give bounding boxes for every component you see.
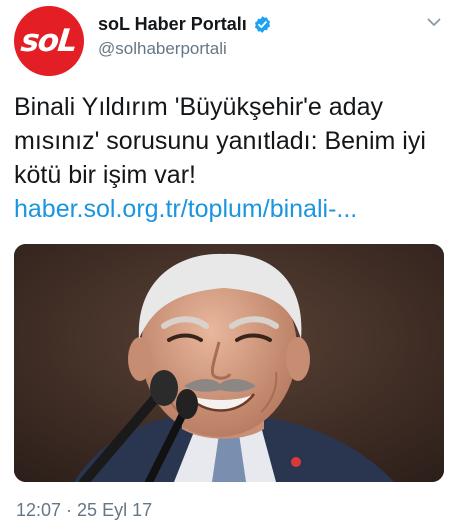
- avatar-logo-text: soL: [19, 23, 79, 59]
- photo-illustration: [14, 244, 444, 482]
- chevron-down-icon[interactable]: [426, 14, 442, 30]
- tweet-header: soL soL Haber Portalı @solhaberportali: [14, 6, 446, 76]
- display-name-row: soL Haber Portalı: [98, 12, 272, 36]
- tweet-timestamp[interactable]: 12:07 · 25 Eyl 17: [16, 500, 152, 521]
- avatar[interactable]: soL: [14, 6, 84, 76]
- tweet-card: soL soL Haber Portalı @solhaberportali B…: [0, 0, 458, 528]
- tweet-photo[interactable]: [14, 244, 444, 482]
- tweet-text: Binali Yıldırım 'Büyükşehir'e aday mısın…: [14, 90, 446, 226]
- tweet-link[interactable]: haber.sol.org.tr/toplum/binali-...: [14, 192, 446, 226]
- display-name[interactable]: soL Haber Portalı: [98, 14, 247, 35]
- verified-badge-icon: [253, 15, 272, 34]
- account-names: soL Haber Portalı @solhaberportali: [98, 12, 272, 59]
- tweet-body: Binali Yıldırım 'Büyükşehir'e aday mısın…: [14, 93, 426, 189]
- account-handle[interactable]: @solhaberportali: [98, 39, 272, 59]
